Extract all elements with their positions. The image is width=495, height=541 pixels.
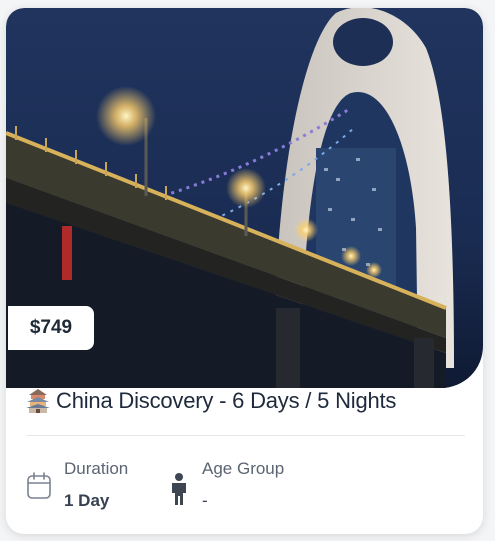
duration-label: Duration [64, 459, 129, 478]
age-group-label: Age Group [202, 459, 285, 478]
age-group-value: - [202, 491, 208, 510]
duration-value: 1 Day [64, 491, 110, 510]
pagoda-icon [26, 388, 50, 414]
person-icon [168, 472, 190, 511]
divider [26, 435, 465, 436]
tour-card[interactable]: $749 China Discovery - 6 Days / 5 Nights [6, 8, 483, 534]
tour-title-row[interactable]: China Discovery - 6 Days / 5 Nights [26, 388, 466, 414]
calendar-icon [26, 472, 52, 505]
age-group-info: Age Group - [168, 458, 284, 512]
price-badge: $749 [8, 306, 94, 350]
duration-info: Duration 1 Day [26, 458, 128, 512]
tour-title[interactable]: China Discovery - 6 Days / 5 Nights [56, 388, 396, 414]
